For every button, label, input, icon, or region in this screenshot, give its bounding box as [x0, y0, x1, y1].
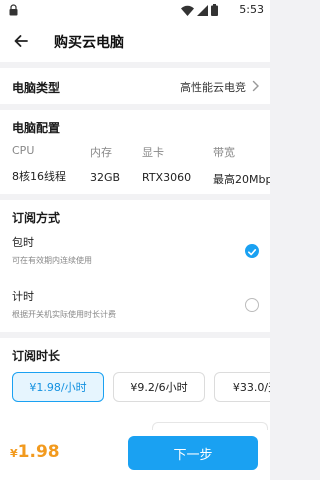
lock-icon [9, 4, 18, 16]
price-currency: ¥ [10, 447, 18, 460]
radio-unchecked-icon[interactable] [245, 298, 259, 312]
spec-value: 最高20Mbps [213, 173, 270, 186]
radio-checked-icon[interactable] [245, 244, 259, 258]
spec-cpu: CPU 8核16线程 [12, 144, 66, 184]
option-name: 计时 [12, 290, 34, 303]
subscription-option-package[interactable]: 包时 可在有效期内连续使用 [0, 234, 270, 278]
computer-type-row[interactable]: 电脑类型 高性能云电竞 [0, 68, 270, 104]
spec-gpu: 显卡 RTX3060 [142, 144, 191, 184]
price-amount: 1.98 [17, 442, 60, 462]
option-desc: 可在有效期内连续使用 [12, 256, 92, 265]
spec-key: 带宽 [213, 146, 235, 159]
status-time: 5:53 [239, 3, 264, 16]
option-name: 包时 [12, 236, 34, 249]
duration-label: 订阅时长 [12, 349, 61, 363]
spec-key: 内存 [90, 146, 112, 159]
wifi-icon [181, 5, 194, 16]
computer-type-label: 电脑类型 [12, 81, 61, 95]
config-card: 电脑配置 CPU 8核16线程 内存 32GB 显卡 RTX3060 带宽 最高… [0, 110, 270, 194]
status-bar: 5:53 [0, 0, 270, 20]
app-bar: 购买云电脑 [0, 20, 270, 62]
next-button[interactable]: 下一步 [128, 436, 258, 470]
battery-icon [211, 4, 218, 16]
chevron-right-icon [252, 80, 259, 92]
bottom-bar: ¥1.98 下一步 [0, 408, 270, 480]
subscription-label: 订阅方式 [12, 211, 61, 225]
arrow-left-icon [14, 35, 28, 47]
spec-value: 32GB [90, 171, 121, 184]
divider [152, 422, 268, 430]
plan-option-6hours[interactable]: ¥9.2/6小时 [113, 372, 205, 402]
spec-memory: 内存 32GB [90, 144, 120, 184]
option-desc: 根据开关机实际使用时长计费 [12, 310, 116, 319]
spec-key: 显卡 [142, 146, 164, 159]
spec-value: 8核16线程 [12, 170, 66, 183]
duration-card: 订阅时长 ¥1.98/小时 ¥9.2/6小时 ¥33.0/天 [0, 338, 270, 408]
subscription-option-metered[interactable]: 计时 根据开关机实际使用时长计费 [0, 288, 270, 332]
signal-icon [197, 4, 208, 16]
subscription-card: 订阅方式 包时 可在有效期内连续使用 计时 根据开关机实际使用时长计费 [0, 200, 270, 332]
config-label: 电脑配置 [12, 121, 61, 135]
back-button[interactable] [10, 30, 32, 52]
plan-option-hour[interactable]: ¥1.98/小时 [12, 372, 104, 402]
page-title: 购买云电脑 [54, 35, 124, 51]
total-price: ¥1.98 [10, 442, 60, 462]
spec-bandwidth: 带宽 最高20Mbps [213, 144, 270, 187]
computer-type-value: 高性能云电竞 [180, 81, 246, 94]
plan-option-day[interactable]: ¥33.0/天 [214, 372, 270, 402]
spec-key: CPU [12, 144, 35, 157]
spec-value: RTX3060 [142, 171, 192, 184]
